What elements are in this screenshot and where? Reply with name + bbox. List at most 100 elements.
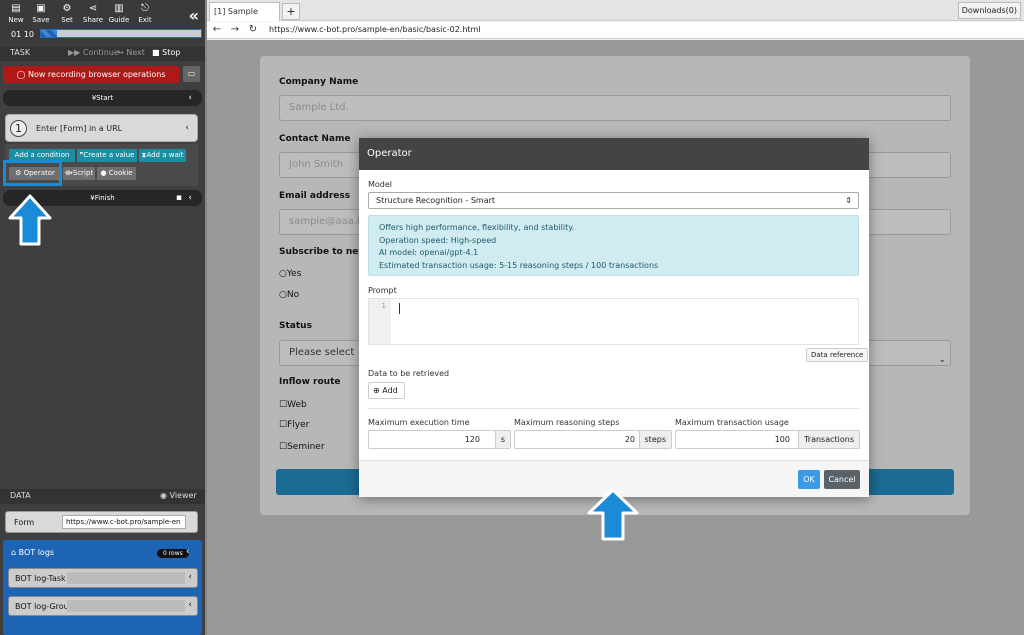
forward-arrow-icon[interactable]: → xyxy=(228,23,242,37)
step-number: 1 xyxy=(10,120,27,137)
max-time-label: Maximum execution time xyxy=(368,418,470,427)
next-button[interactable]: ↬ Next xyxy=(117,48,145,57)
status-label: Status xyxy=(279,321,312,331)
add-tab-button[interactable]: + xyxy=(282,3,300,20)
chevron-left-icon[interactable]: ‹ xyxy=(185,123,189,133)
stop-icon: ■ xyxy=(152,48,160,57)
divider xyxy=(368,408,859,409)
eye-icon: ◉ xyxy=(160,491,167,500)
bot-log-group-row[interactable]: BOT log-Grou ‹ xyxy=(8,596,198,616)
modal-title: Operator xyxy=(359,138,869,170)
max-tx-label: Maximum transaction usage xyxy=(675,418,789,427)
max-time-input[interactable]: 120 s xyxy=(368,430,511,449)
cookie-button[interactable]: ● Cookie xyxy=(97,167,136,180)
email-label: Email address xyxy=(279,191,351,201)
ok-button[interactable]: OK xyxy=(798,470,820,489)
url-bar[interactable]: https://www.c-bot.pro/sample-en/basic/ba… xyxy=(269,25,481,34)
operator-highlight xyxy=(3,160,62,186)
chevron-down-icon: ⌄ xyxy=(938,355,946,365)
sidebar: ▤ New ▣ Save ⚙ Set ⋖ Share ▥ Guide ⎋ Exit « 01… xyxy=(0,0,205,635)
bank-icon: ⌂ xyxy=(11,548,17,557)
downloads-button[interactable]: Downloads(0) xyxy=(957,2,1021,19)
model-info: Offers high performance, flexibility, an… xyxy=(368,215,859,276)
collapse-sidebar-icon[interactable]: « xyxy=(189,6,199,25)
reload-icon[interactable]: ↻ xyxy=(246,23,260,37)
book-icon: ▥ xyxy=(114,3,124,14)
max-steps-input[interactable]: 20 steps xyxy=(514,430,672,449)
screenshot-icon[interactable]: ▭ xyxy=(183,66,200,82)
viewer-button[interactable]: ◉ Viewer xyxy=(160,491,197,500)
progress-bar xyxy=(40,29,202,38)
prompt-editor[interactable]: 1 xyxy=(368,298,859,345)
record-icon: ◯ xyxy=(16,70,26,79)
model-select[interactable]: Structure Recognition - Smart ⇕ xyxy=(368,192,859,209)
company-input[interactable]: Sample Ltd. xyxy=(279,95,951,121)
save-icon: ▣ xyxy=(36,3,46,14)
cancel-button[interactable]: Cancel xyxy=(824,470,860,489)
chevron-left-icon: ‹ xyxy=(188,572,192,582)
yes-radio[interactable]: ○Yes xyxy=(279,269,301,279)
seminer-checkbox[interactable]: ☐Seminer xyxy=(279,442,325,452)
gear-icon: ⚙ xyxy=(62,3,72,14)
step-counter: 01 10 xyxy=(11,30,34,39)
continue-button[interactable]: ▶▶ Continue xyxy=(68,48,119,57)
form-data-label: Form xyxy=(14,518,35,527)
web-checkbox[interactable]: ☐Web xyxy=(279,400,307,410)
flyer-checkbox[interactable]: ☐Flyer xyxy=(279,420,309,430)
form-data-value: https://www.c-bot.pro/sample-en xyxy=(62,515,186,529)
operator-modal: Operator Model Structure Recognition - S… xyxy=(359,138,869,497)
max-tx-input[interactable]: 100 Transactions xyxy=(675,430,860,449)
stop-button[interactable]: ■ Stop xyxy=(152,48,180,57)
camera-icon: ▪ xyxy=(175,193,182,203)
max-steps-label: Maximum reasoning steps xyxy=(514,418,620,427)
step-card[interactable]: 1 Enter [Form] in a URL ‹ xyxy=(5,114,198,142)
recording-button[interactable]: ◯ Now recording browser operations xyxy=(3,66,179,83)
bot-logs-title[interactable]: ⌂ BOT logs xyxy=(11,548,54,557)
progress-fill xyxy=(41,30,57,37)
select-arrows-icon: ⇕ xyxy=(845,196,852,205)
add-wait-button[interactable]: ⧗Add a wait xyxy=(139,149,186,162)
save-button[interactable]: ▣ Save xyxy=(29,3,53,24)
text-cursor xyxy=(399,303,400,314)
contact-label: Contact Name xyxy=(279,134,351,144)
inflow-label: Inflow route xyxy=(279,377,341,387)
new-file-icon: ▤ xyxy=(11,3,21,14)
share-button[interactable]: ⋖ Share xyxy=(81,3,105,24)
guide-button[interactable]: ▥ Guide xyxy=(107,3,131,24)
tab-sample-page[interactable]: [1] Sample page xyxy=(209,2,280,33)
share-icon: ⋖ xyxy=(88,3,98,14)
script-button[interactable]: ⟴Script xyxy=(63,167,95,180)
plus-circle-icon: ⊕ xyxy=(373,386,380,395)
start-section[interactable]: ¥Start ‹ xyxy=(3,90,202,106)
line-number: 1 xyxy=(369,299,391,344)
log-bar xyxy=(67,600,185,612)
toolbar: ▤ New ▣ Save ⚙ Set ⋖ Share ▥ Guide ⎋ Exit « 01… xyxy=(0,0,205,44)
exit-button[interactable]: ⎋ Exit xyxy=(133,3,157,24)
arrow-up-icon xyxy=(8,194,52,246)
rows-badge: 0 rows xyxy=(157,549,189,558)
set-button[interactable]: ⚙ Set xyxy=(55,3,79,24)
bot-logs-panel: ⌂ BOT logs 0 rows ‹ BOT log-Task ‹ BOT l… xyxy=(3,540,202,635)
new-button[interactable]: ▤ New xyxy=(4,3,28,24)
tab-bar: [1] Sample page + Downloads(0) xyxy=(207,0,1024,33)
data-header: DATA ◉ Viewer xyxy=(0,489,205,504)
create-value-button[interactable]: ❞Create a value xyxy=(77,149,137,162)
arrow-up-icon xyxy=(587,488,639,541)
chevron-left-icon: ‹ xyxy=(188,193,192,203)
prompt-label: Prompt xyxy=(368,286,397,295)
no-radio[interactable]: ○No xyxy=(279,290,299,300)
company-label: Company Name xyxy=(279,77,359,87)
exit-icon: ⎋ xyxy=(141,3,149,14)
bot-log-task-row[interactable]: BOT log-Task ‹ xyxy=(8,568,198,588)
retrieve-label: Data to be retrieved xyxy=(368,369,450,378)
task-header: TASK ▶▶ Continue ↬ Next ■ Stop xyxy=(0,46,205,61)
data-reference-button[interactable]: Data reference xyxy=(806,348,869,362)
chevron-left-icon: ‹ xyxy=(188,93,192,103)
chevron-left-icon: ‹ xyxy=(188,600,192,610)
nav-bar: ← → ↻ https://www.c-bot.pro/sample-en/ba… xyxy=(207,22,1024,39)
form-data-card[interactable]: Form https://www.c-bot.pro/sample-en xyxy=(5,511,198,533)
log-bar xyxy=(67,572,185,584)
back-arrow-icon[interactable]: ← xyxy=(210,23,224,37)
add-data-button[interactable]: ⊕ Add xyxy=(368,382,405,399)
chevron-left-icon[interactable]: ‹ xyxy=(186,547,190,557)
